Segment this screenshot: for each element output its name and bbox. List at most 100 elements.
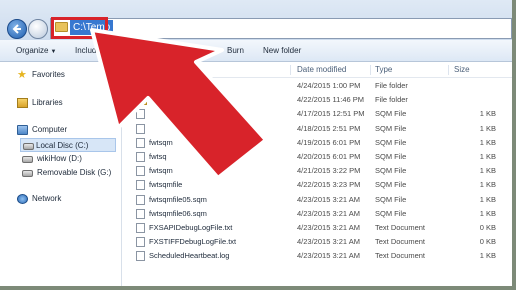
nav-libraries[interactable]: Libraries [17, 96, 117, 110]
file-icon [136, 180, 145, 191]
column-header-date[interactable]: Date modified [297, 62, 346, 78]
share-label: th [186, 46, 193, 55]
nav-libraries-label: Libraries [32, 98, 63, 107]
organize-button[interactable]: Organize ▼ [16, 40, 56, 62]
file-type: SQM File [375, 208, 407, 218]
share-with-button[interactable]: th ▼ [186, 40, 201, 62]
file-size: 1 KB [479, 208, 496, 218]
file-type: SQM File [375, 180, 407, 190]
file-row[interactable]: ScheduledHeartbeat.log 4/23/2015 3:21 AM T… [122, 249, 512, 263]
file-name: fwtsqm [149, 137, 173, 147]
file-type: SQM File [375, 194, 407, 204]
file-row[interactable]: CS 4/22/2015 11:46 PM File folder [122, 93, 512, 107]
include-in-library-button[interactable]: Include [75, 40, 101, 62]
forward-button[interactable] [28, 19, 48, 39]
nav-favorites-label: Favorites [32, 70, 65, 79]
highlight-box [51, 17, 108, 39]
folder-icon [136, 82, 147, 91]
chevron-down-icon: ▼ [194, 49, 201, 55]
file-name: FXSTIFFDebugLogFile.txt [149, 237, 237, 247]
file-row[interactable]: fwtsqmfile 4/22/2015 3:23 PM SQM File 1 KB [122, 178, 512, 192]
file-list: 4/24/2015 1:00 PM File folder CS 4/22/2015 … [122, 79, 512, 263]
file-icon [136, 137, 145, 148]
file-size: 1 KB [479, 251, 496, 261]
nav-computer-label: Computer [32, 125, 68, 134]
file-size: 1 KB [479, 166, 496, 176]
chevron-down-icon: ▼ [50, 49, 57, 55]
file-size: 1 KB [479, 123, 496, 133]
file-type: SQM File [375, 109, 407, 119]
nav-computer[interactable]: Computer [17, 123, 117, 137]
file-icon [136, 151, 145, 162]
nav-local-disk[interactable]: Local Disc (C:) [20, 138, 116, 152]
file-row[interactable]: FXSAPIDebugLogFile.txt 4/23/2015 3:21 AM T… [122, 221, 512, 235]
file-date: 4/18/2015 2:51 PM [297, 123, 361, 133]
file-type: Text Document [375, 237, 426, 247]
back-arrow-icon [12, 24, 21, 34]
file-icon [136, 123, 145, 134]
file-icon [136, 237, 145, 248]
address-input[interactable] [50, 18, 512, 39]
file-row[interactable]: fwtsqm 4/21/2015 3:22 PM SQM File 1 KB [122, 164, 512, 178]
file-date: 4/22/2015 3:23 PM [297, 180, 361, 190]
nav-wikihow-drive[interactable]: wikiHow (D:) [22, 152, 118, 166]
include-label: Include [75, 46, 101, 55]
back-button[interactable] [7, 19, 27, 39]
column-divider[interactable] [290, 65, 291, 75]
file-name: fwtsq [149, 151, 167, 161]
file-row[interactable]: fwtsqmfile06.sqm 4/23/2015 3:21 AM SQM Fil… [122, 207, 512, 221]
file-icon [136, 194, 145, 205]
file-row[interactable]: fwtsqm 4/19/2015 6:01 PM SQM File 1 KB [122, 136, 512, 150]
column-header-row: Date modified Type Size [122, 62, 512, 78]
file-name: FXSAPIDebugLogFile.txt [149, 222, 233, 232]
nav-local-disk-label: Local Disc (C:) [36, 141, 89, 150]
column-divider[interactable] [448, 65, 449, 75]
column-header-type[interactable]: Type [375, 62, 392, 78]
file-name: fwtsqmfile05.sqm [149, 194, 207, 204]
network-icon [17, 194, 28, 204]
file-type: SQM File [375, 137, 407, 147]
file-type: File folder [375, 81, 408, 90]
file-row[interactable]: 4/24/2015 1:00 PM File folder [122, 79, 512, 93]
file-date: 4/23/2015 3:21 AM [297, 237, 360, 247]
file-size: 1 KB [479, 180, 496, 190]
nav-wikihow-label: wikiHow (D:) [37, 154, 82, 163]
file-size: 1 KB [479, 151, 496, 161]
file-name: fwtsqmfile06.sqm [149, 208, 207, 218]
organize-label: Organize [16, 46, 49, 55]
command-toolbar: Organize ▼ Include th ▼ Burn New folder [0, 40, 512, 62]
column-header-size[interactable]: Size [454, 62, 470, 78]
file-row[interactable]: FXSTIFFDebugLogFile.txt 4/23/2015 3:21 AM… [122, 235, 512, 249]
nav-removable-disk[interactable]: Removable Disk (G:) [22, 166, 118, 180]
file-icon [136, 166, 145, 177]
file-size: 0 KB [479, 237, 496, 247]
column-divider[interactable] [370, 65, 371, 75]
file-date: 4/23/2015 3:21 AM [297, 208, 360, 218]
file-date: 4/22/2015 11:46 PM [297, 95, 364, 105]
file-name: ScheduledHeartbeat.log [149, 251, 230, 261]
file-name: fwtsqm [149, 166, 173, 176]
nav-favorites[interactable]: ★ Favorites [17, 68, 117, 82]
file-date: 4/24/2015 1:00 PM [297, 81, 361, 90]
file-name: fwtsqmfile [149, 180, 183, 190]
nav-network-label: Network [32, 194, 62, 203]
file-size: 1 KB [479, 109, 496, 119]
file-row[interactable]: 4/18/2015 2:51 PM SQM File 1 KB [122, 122, 512, 136]
file-name: CS [149, 95, 160, 105]
burn-button[interactable]: Burn [227, 40, 244, 62]
file-row[interactable]: fwtsq 4/20/2015 6:01 PM SQM File 1 KB [122, 150, 512, 164]
file-size: 1 KB [479, 137, 496, 147]
explorer-window: C:\Temp Organize ▼ Include th ▼ Burn New f… [0, 0, 512, 286]
new-folder-label: New folder [263, 46, 302, 55]
file-row[interactable]: 4/17/2015 12:51 PM SQM File 1 KB [122, 107, 512, 121]
burn-label: Burn [227, 46, 244, 55]
new-folder-button[interactable]: New folder [263, 40, 301, 62]
file-date: 4/19/2015 6:01 PM [297, 137, 361, 147]
file-row[interactable]: fwtsqmfile05.sqm 4/23/2015 3:21 AM SQM Fil… [122, 193, 512, 207]
file-icon [136, 251, 145, 262]
file-date: 4/20/2015 6:01 PM [297, 151, 361, 161]
address-bar-area: C:\Temp [0, 0, 512, 40]
nav-network[interactable]: Network [17, 192, 117, 206]
file-type: SQM File [375, 151, 407, 161]
library-icon [17, 98, 28, 108]
